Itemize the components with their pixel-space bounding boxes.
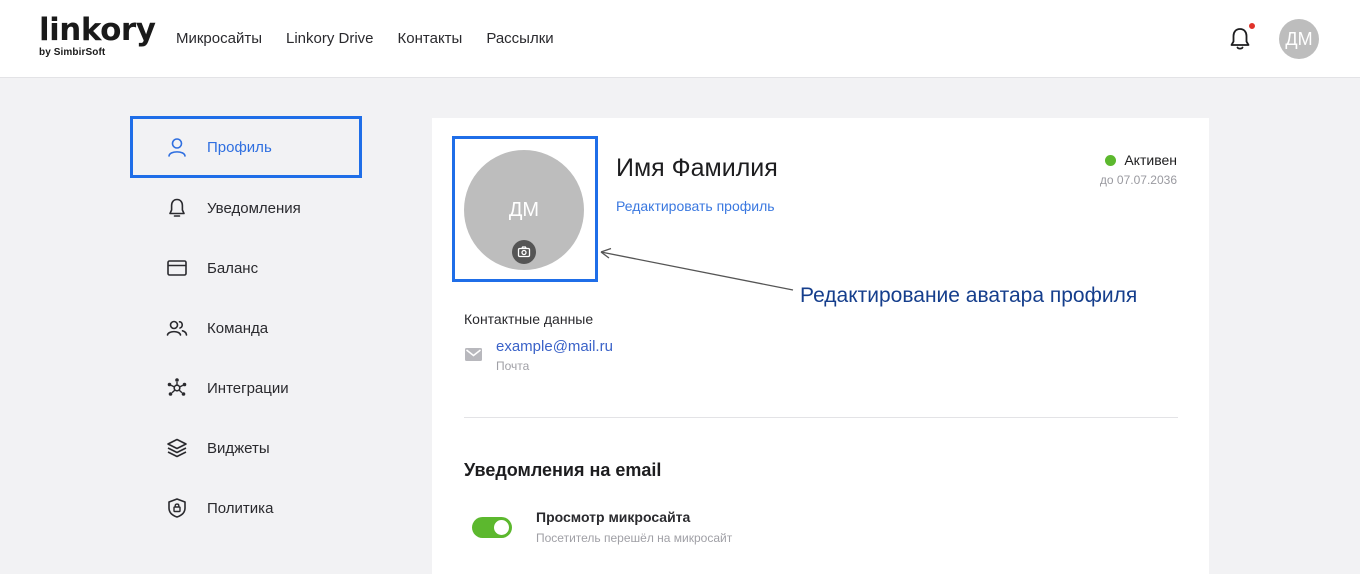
team-icon	[166, 320, 188, 336]
toggle-knob	[494, 520, 509, 535]
shield-icon	[168, 498, 186, 518]
nav-contacts[interactable]: Контакты	[398, 29, 463, 49]
sidebar-item-label: Уведомления	[207, 199, 301, 217]
bell-icon	[169, 198, 185, 217]
settings-sidebar: Профиль Уведомления Баланс Команда Интег…	[130, 116, 362, 538]
nav-linkory-drive[interactable]: Linkory Drive	[286, 29, 374, 49]
sidebar-item-label: Интеграции	[207, 379, 289, 397]
logo-text: linkory	[39, 12, 156, 48]
sidebar-item-profile[interactable]: Профиль	[130, 116, 362, 178]
header-avatar[interactable]: ДМ	[1279, 19, 1319, 59]
top-nav: Микросайты Linkory Drive Контакты Рассыл…	[176, 29, 554, 49]
sidebar-item-label: Профиль	[207, 138, 272, 156]
profile-name: Имя Фамилия	[616, 154, 778, 182]
sidebar-item-integrations[interactable]: Интеграции	[130, 358, 362, 418]
annotation-label: Редактирование аватара профиля	[800, 284, 1138, 307]
section-divider	[464, 417, 1178, 418]
logo-subtext: by SimbirSoft	[39, 47, 106, 58]
mail-icon	[465, 348, 482, 361]
sidebar-item-policy[interactable]: Политика	[130, 478, 362, 538]
sidebar-item-label: Виджеты	[207, 439, 270, 457]
sidebar-item-label: Политика	[207, 499, 274, 517]
linkory-logo[interactable]: linkory by SimbirSoft	[39, 12, 156, 58]
sidebar-item-label: Баланс	[207, 259, 259, 277]
avatar-highlight-frame	[452, 136, 598, 282]
notification-item-subtitle: Посетитель перешёл на микросайт	[536, 531, 733, 545]
sidebar-item-label: Команда	[207, 319, 269, 337]
notifications-bell-icon[interactable]	[1227, 26, 1253, 52]
notification-dot	[1248, 22, 1256, 30]
email-label: Почта	[496, 359, 530, 373]
nav-microsites[interactable]: Микросайты	[176, 29, 262, 49]
notification-item-title: Просмотр микросайта	[536, 509, 691, 525]
top-header: linkory by SimbirSoft Микросайты Linkory…	[0, 0, 1360, 78]
status-dot-icon	[1105, 154, 1117, 166]
card-icon	[167, 260, 187, 276]
edit-profile-link[interactable]: Редактировать профиль	[616, 198, 775, 214]
email-value[interactable]: example@mail.ru	[496, 338, 613, 355]
status-text: Активен	[1124, 152, 1177, 168]
account-status: Активен	[1105, 152, 1177, 168]
sidebar-item-balance[interactable]: Баланс	[130, 238, 362, 298]
user-icon	[168, 138, 186, 157]
layers-icon	[167, 438, 187, 458]
contacts-section-title: Контактные данные	[464, 311, 594, 327]
microsite-view-toggle[interactable]	[472, 517, 512, 538]
sidebar-item-notifications[interactable]: Уведомления	[130, 178, 362, 238]
integrations-icon	[167, 378, 187, 396]
email-notifications-title: Уведомления на email	[464, 460, 662, 480]
sidebar-item-widgets[interactable]: Виджеты	[130, 418, 362, 478]
sidebar-item-team[interactable]: Команда	[130, 298, 362, 358]
status-until-date: до 07.07.2036	[1099, 173, 1177, 187]
nav-mailings[interactable]: Рассылки	[486, 29, 553, 49]
